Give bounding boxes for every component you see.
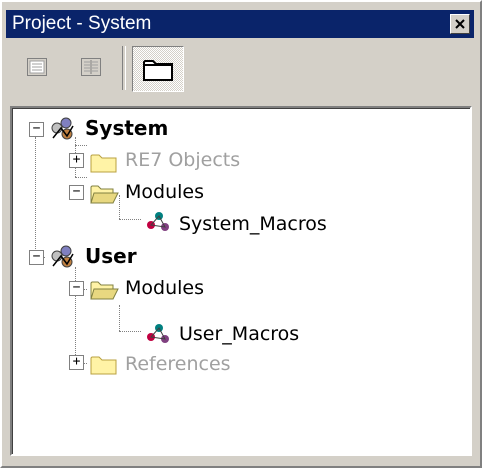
folder-view-icon — [143, 60, 173, 81]
tree-node-user-modules[interactable]: Modules — [125, 277, 204, 299]
properties-icon — [27, 58, 47, 76]
tree-node-references[interactable]: References — [125, 353, 231, 375]
folder-closed-icon — [90, 154, 117, 173]
project-tree[interactable]: − System + RE7 Objects − Modules System_… — [10, 106, 472, 456]
macro-module-icon — [147, 212, 169, 231]
expander-user-modules[interactable]: − — [69, 281, 84, 296]
window-title: Project - System — [12, 13, 152, 34]
folder-open-icon — [90, 281, 119, 300]
macro-module-icon — [147, 324, 169, 343]
tree-node-user-macros[interactable]: User_Macros — [179, 323, 299, 345]
folder-open-icon — [90, 185, 119, 204]
toolbar-separator — [122, 46, 126, 90]
tree-node-system-modules[interactable]: Modules — [125, 181, 204, 203]
folder-closed-icon — [90, 356, 117, 375]
project-explorer-window: Project - System − System + RE7 Objects … — [0, 0, 482, 468]
expander-re7-objects[interactable]: + — [69, 153, 84, 168]
title-bar[interactable]: Project - System — [6, 10, 474, 38]
expander-system[interactable]: − — [29, 122, 44, 137]
close-button[interactable] — [450, 14, 470, 34]
close-icon — [455, 19, 465, 29]
expander-system-modules[interactable]: − — [69, 185, 84, 200]
split-view-icon — [81, 58, 101, 76]
tree-node-user[interactable]: User — [85, 245, 137, 267]
tree-node-system-macros[interactable]: System_Macros — [179, 213, 327, 235]
toolbar — [6, 40, 474, 98]
tree-node-system[interactable]: System — [85, 117, 168, 139]
tree-node-re7-objects[interactable]: RE7 Objects — [125, 149, 240, 171]
toggle-folders-button[interactable] — [132, 46, 184, 92]
view-properties-button[interactable] — [24, 54, 50, 80]
expander-references[interactable]: + — [69, 355, 84, 370]
expander-user[interactable]: − — [29, 250, 44, 265]
project-icon — [51, 245, 74, 268]
view-split-button[interactable] — [78, 54, 104, 80]
project-icon — [51, 117, 74, 140]
